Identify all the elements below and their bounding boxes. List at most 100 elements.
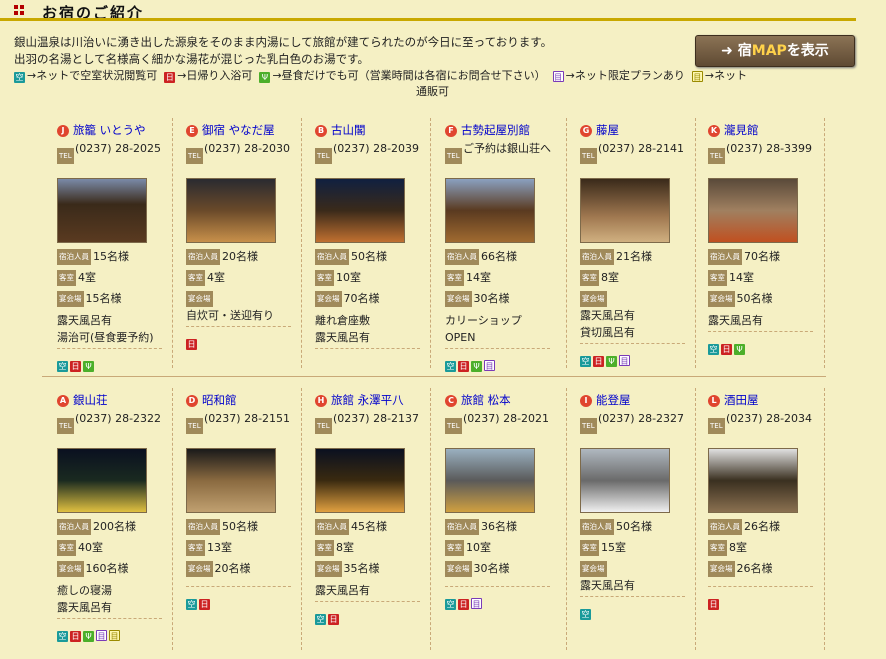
inn-name[interactable]: 昭和館 [202,393,237,407]
inn-name-link[interactable]: C 旅館 松本 [445,392,563,410]
inn-name[interactable]: 藤屋 [596,123,619,137]
net-plan-icon[interactable]: 目 [96,630,107,641]
day-bath-icon[interactable]: 日 [721,344,732,355]
vacancy-icon[interactable]: 空 [580,609,591,620]
lunch-icon[interactable]: Ψ [734,344,745,355]
tel-label: TEL [57,418,74,434]
service-icons: 空 [580,601,698,620]
service-icons: 日 [186,331,304,350]
banquet-capacity: 宴会場 20名様 [186,561,304,582]
day-bath-icon[interactable]: 日 [186,339,197,350]
column-divider [430,118,432,368]
rooms-label: 客室 [315,540,334,556]
map-letter-badge: J [57,125,69,137]
day-bath-icon[interactable]: 日 [593,356,604,367]
day-bath-icon[interactable]: 日 [708,599,719,610]
inn-name[interactable]: 御宿 やなだ屋 [202,123,275,137]
legend-shop-text: →ネット [704,69,748,82]
vacancy-icon[interactable]: 空 [186,599,197,610]
vacancy-icon[interactable]: 空 [57,631,68,642]
lunch-icon[interactable]: Ψ [83,361,94,372]
room-count: 客室 40室 [57,540,175,561]
lunch-icon[interactable]: Ψ [83,631,94,642]
vacancy-icon[interactable]: 空 [57,361,68,372]
day-bath-icon[interactable]: 日 [70,631,81,642]
inn-note: 露天風呂有 [580,579,635,592]
inn-tel: TEL (0237) 28-2030 [186,142,304,174]
net-plan-icon[interactable]: 目 [471,598,482,609]
inn-name-link[interactable]: I 能登屋 [580,392,698,410]
inn-name-link[interactable]: G 藤屋 [580,122,698,140]
net-plan-icon[interactable]: 目 [484,360,495,371]
banquet-value: 35名様 [343,562,380,575]
vacancy-icon[interactable]: 空 [708,344,719,355]
inn-name-link[interactable]: H 旅館 永澤平八 [315,392,433,410]
day-bath-icon[interactable]: 日 [458,361,469,372]
inn-name[interactable]: 旅館 松本 [461,393,511,407]
day-bath-icon[interactable]: 日 [70,361,81,372]
legend-shop-text-2: 通販可 [416,85,449,98]
service-icons: 空日目 [445,591,563,610]
tel-number: (0237) 28-2030 [204,142,291,155]
inn-name-link[interactable]: J 旅籠 いとうや [57,122,175,140]
inn-name-link[interactable]: E 御宿 やなだ屋 [186,122,304,140]
vacancy-icon[interactable]: 空 [445,361,456,372]
inn-name[interactable]: 銀山荘 [73,393,108,407]
banquet-value: 30名様 [473,292,510,305]
vacancy-icon[interactable]: 空 [315,614,326,625]
vacancy-icon[interactable]: 空 [445,599,456,610]
inn-card: C 旅館 松本 TEL (0237) 28-2021 宿泊人員 36名様 客室 10室 宴会場 3… [445,392,563,642]
guests-value: 45名様 [351,520,387,533]
lunch-icon[interactable]: Ψ [471,361,482,372]
inn-notes: 露天風呂有 貸切風呂有 [580,307,685,344]
day-bath-icon[interactable]: 日 [328,614,339,625]
tel-number: (0237) 28-2137 [333,412,420,425]
vacancy-icon[interactable]: 空 [580,356,591,367]
inn-photo[interactable] [57,448,147,513]
inn-name-link[interactable]: K 瀧見館 [708,122,826,140]
inn-photo[interactable] [708,178,798,243]
service-icons: 空日Ψ目目 [57,623,175,642]
inn-name-link[interactable]: D 昭和館 [186,392,304,410]
inn-name-link[interactable]: B 古山閣 [315,122,433,140]
show-map-button[interactable]: ➜ 宿MAPを表示 [695,35,855,67]
day-bath-icon[interactable]: 日 [199,599,210,610]
inn-photo[interactable] [186,448,276,513]
inn-photo[interactable] [580,448,670,513]
inn-photo[interactable] [445,178,535,243]
service-icons: 空日Ψ目 [445,353,563,372]
inn-name[interactable]: 旅館 永澤平八 [331,393,404,407]
inn-photo[interactable] [186,178,276,243]
inn-photo[interactable] [315,178,405,243]
banquet-capacity: 宴会場 15名様 [57,291,175,312]
column-divider [566,118,568,368]
banquet-capacity: 宴会場 160名様 [57,561,175,582]
rooms-value: 8室 [601,271,619,284]
inn-name[interactable]: 古山閣 [331,123,366,137]
inn-name-link[interactable]: A 銀山荘 [57,392,175,410]
inn-photo[interactable] [315,448,405,513]
inn-name-link[interactable]: L 酒田屋 [708,392,826,410]
tel-label: TEL [580,148,597,164]
net-shop-icon[interactable]: 目 [109,630,120,641]
guests-label: 宿泊人員 [186,519,220,535]
banquet-label: 宴会場 [708,291,735,307]
net-plan-icon[interactable]: 目 [619,355,630,366]
rooms-value: 4室 [207,271,225,284]
guest-capacity: 宿泊人員 36名様 [445,519,563,540]
inn-photo[interactable] [580,178,670,243]
day-bath-icon[interactable]: 日 [458,599,469,610]
inn-name[interactable]: 旅籠 いとうや [73,123,146,137]
inn-photo[interactable] [57,178,147,243]
inn-name-link[interactable]: F 古勢起屋別館 [445,122,563,140]
inn-name[interactable]: 能登屋 [596,393,631,407]
tel-number: (0237) 28-2141 [598,142,685,155]
inn-name[interactable]: 瀧見館 [724,123,759,137]
inn-note: 露天風呂有 [708,314,763,327]
rooms-value: 15室 [601,541,626,554]
inn-photo[interactable] [445,448,535,513]
inn-photo[interactable] [708,448,798,513]
lunch-icon[interactable]: Ψ [606,356,617,367]
inn-name[interactable]: 古勢起屋別館 [461,123,530,137]
inn-name[interactable]: 酒田屋 [724,393,759,407]
